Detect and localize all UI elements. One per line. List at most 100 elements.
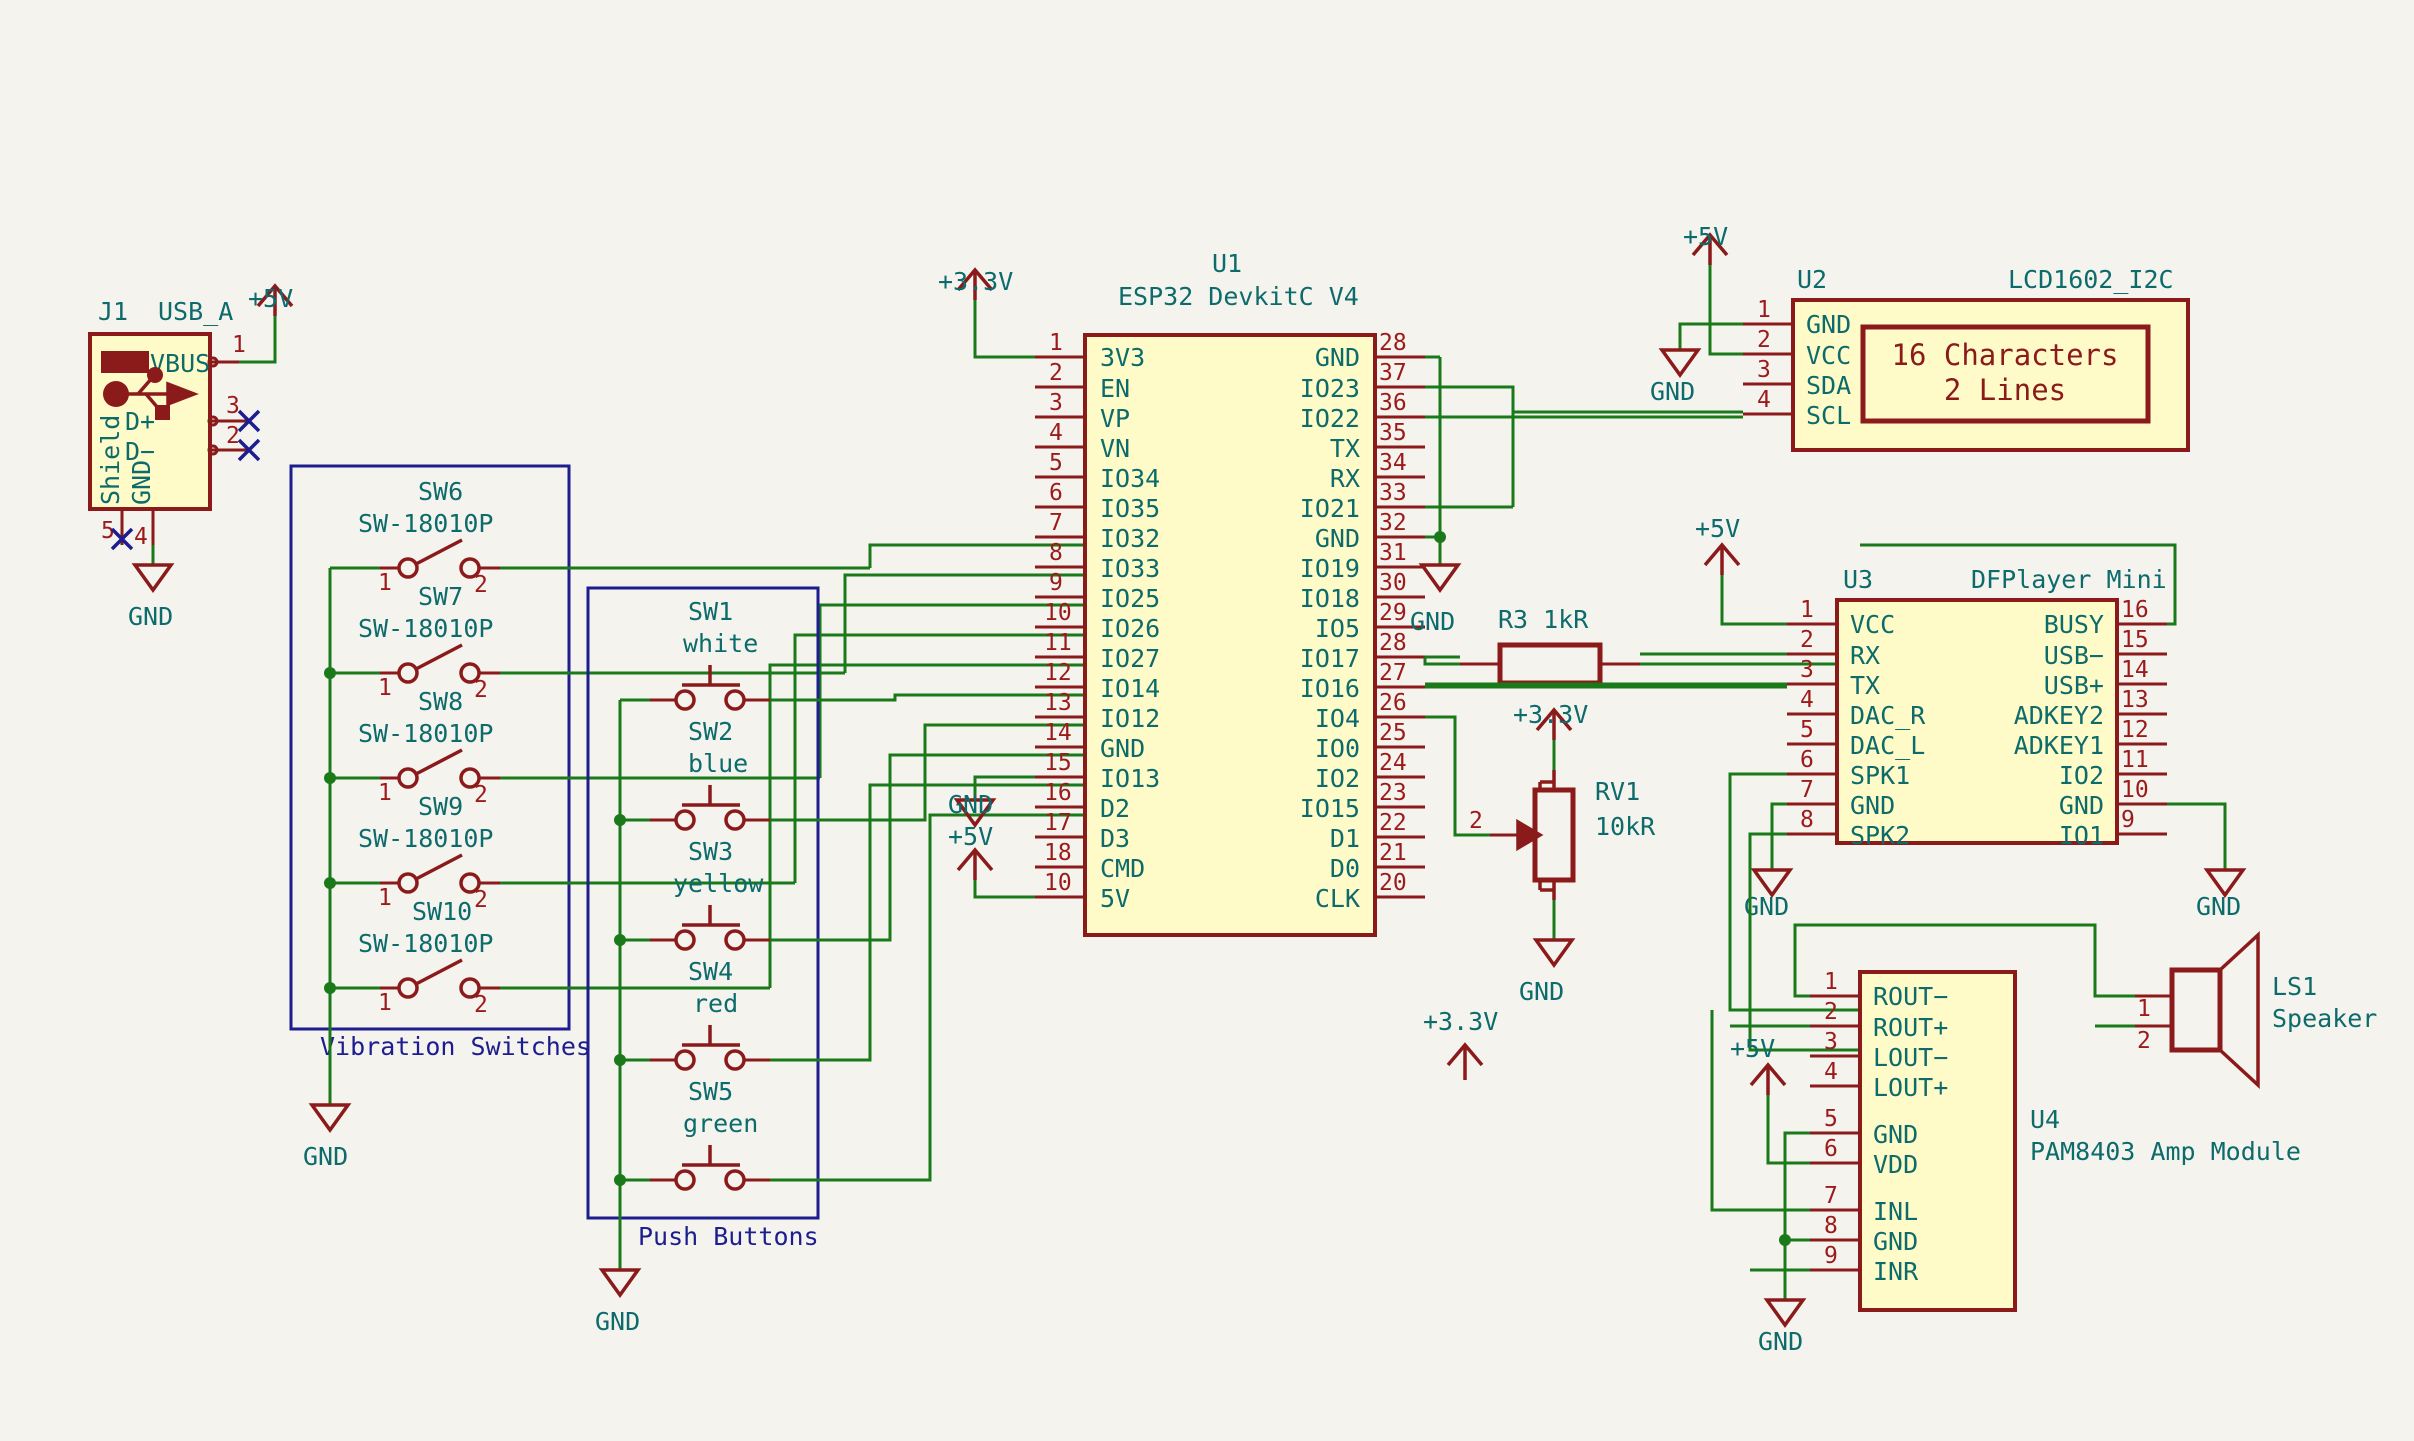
u1-rp15-num: 23 bbox=[1379, 780, 1407, 806]
u4-p3-num: 4 bbox=[1824, 1059, 1838, 1085]
component-u2-lcd[interactable]: U2 LCD1602_I2C 16 Characters 2 Lines GND… bbox=[1743, 265, 2190, 452]
u2-p0-num: 1 bbox=[1757, 297, 1771, 323]
component-u3-dfplayer[interactable]: U3 DFPlayer Mini VCC 1 RX 2 TX 3 DAC_R 4… bbox=[1787, 565, 2167, 850]
u3-lp6-num: 7 bbox=[1800, 777, 1814, 803]
u3-lp2-num: 3 bbox=[1800, 657, 1814, 683]
switch-sw7[interactable]: SW7 SW-18010P 1 2 bbox=[358, 582, 500, 703]
u3-rp1-name: USB− bbox=[2044, 641, 2104, 670]
u1-rp9-num: 29 bbox=[1379, 600, 1407, 626]
j1-ref: J1 bbox=[98, 297, 128, 326]
u4-p8-num: 9 bbox=[1824, 1243, 1838, 1269]
u1-lp0-name: 3V3 bbox=[1100, 343, 1145, 372]
u1-lp8-name: IO25 bbox=[1100, 584, 1160, 613]
pushbutton-sw4[interactable]: SW4 red bbox=[650, 957, 770, 1071]
u1-rp14-name: IO2 bbox=[1315, 764, 1360, 793]
rv1-gnd-label: GND bbox=[1519, 977, 1564, 1006]
group-push-buttons: Push Buttons bbox=[586, 586, 820, 1251]
u1-rp8-num: 30 bbox=[1379, 570, 1407, 596]
u3-lp1-num: 2 bbox=[1800, 627, 1814, 653]
gnd-symbol-vibration: GND bbox=[303, 1103, 352, 1171]
u1-rp11-num: 27 bbox=[1379, 660, 1407, 686]
j1-pin4-num: 4 bbox=[134, 524, 148, 550]
gnd-symbol-j1: GND bbox=[128, 545, 175, 631]
u2-name: LCD1602_I2C bbox=[2008, 265, 2174, 294]
u4-p7-num: 8 bbox=[1824, 1213, 1838, 1239]
pushbutton-sw1[interactable]: SW1 white bbox=[650, 597, 770, 711]
u1-rp3-name: TX bbox=[1330, 434, 1360, 463]
u1-lp0-num: 1 bbox=[1049, 330, 1063, 356]
sw2-color: blue bbox=[688, 749, 748, 778]
u1-rp11-name: IO16 bbox=[1300, 674, 1360, 703]
ls1-ref: LS1 bbox=[2272, 972, 2317, 1001]
pushbutton-wires bbox=[614, 693, 1085, 1270]
u2-screen-line1: 16 Characters bbox=[1892, 338, 2119, 372]
sw10-pin2-num: 2 bbox=[474, 992, 488, 1018]
u1-rp7-name: IO19 bbox=[1300, 554, 1360, 583]
u1-rp8-name: IO18 bbox=[1300, 584, 1360, 613]
component-j1-usb[interactable]: J1 USB_A VBUS 1 D+ 3 D− 2 Shield GND 5 4 bbox=[88, 297, 275, 551]
pushbutton-sw2[interactable]: SW2 blue bbox=[650, 717, 770, 831]
sw8-type: SW-18010P bbox=[358, 719, 493, 748]
u3-5v-label: +5V bbox=[1695, 514, 1740, 543]
u1-lp13-name: GND bbox=[1100, 734, 1145, 763]
sw3-color: yellow bbox=[673, 869, 764, 898]
u4-p5-num: 6 bbox=[1824, 1136, 1838, 1162]
u1-rp13-num: 25 bbox=[1379, 720, 1407, 746]
u1-rp2-num: 36 bbox=[1379, 390, 1407, 416]
u1-rp6-num: 32 bbox=[1379, 510, 1407, 536]
u1-rp5-name: IO21 bbox=[1300, 494, 1360, 523]
u1-lp7-name: IO33 bbox=[1100, 554, 1160, 583]
u3-lp2-name: TX bbox=[1850, 671, 1880, 700]
power-flag-5v-j1: +5V bbox=[239, 283, 294, 364]
u1-lp10-num: 11 bbox=[1044, 630, 1072, 656]
u1-rp5-num: 33 bbox=[1379, 480, 1407, 506]
switch-sw9[interactable]: SW9 SW-18010P 1 2 bbox=[358, 792, 500, 913]
u1-33v-label: +3.3V bbox=[938, 267, 1013, 296]
u3-rp5-name: IO2 bbox=[2059, 761, 2104, 790]
switch-sw10[interactable]: SW10 SW-18010P 1 2 bbox=[358, 897, 500, 1018]
sw6-pin1-num: 1 bbox=[378, 570, 392, 596]
u1-lp17-name: CMD bbox=[1100, 854, 1145, 883]
u1-rp7-num: 31 bbox=[1379, 540, 1407, 566]
pushbutton-sw3[interactable]: SW3 yellow bbox=[650, 837, 770, 951]
u1-lp1-num: 2 bbox=[1049, 360, 1063, 386]
j1-pin3-name: D+ bbox=[125, 407, 155, 436]
component-ls1-speaker[interactable]: LS1 Speaker 1 2 bbox=[2135, 931, 2377, 1089]
component-u4-amp[interactable]: U4 PAM8403 Amp Module ROUT− 1 ROUT+ 2 LO… bbox=[1810, 969, 2301, 1312]
u4-p0-num: 1 bbox=[1824, 969, 1838, 995]
sw7-pin1-num: 1 bbox=[378, 675, 392, 701]
u1-lp16-name: D3 bbox=[1100, 824, 1130, 853]
power-flag-33v-u1: +3.3V bbox=[938, 267, 1035, 359]
sw6-pin2-num: 2 bbox=[474, 572, 488, 598]
ls1-name: Speaker bbox=[2272, 1004, 2377, 1033]
switch-sw6[interactable]: SW6 SW-18010P 1 2 bbox=[358, 477, 500, 598]
u4-p4-name: GND bbox=[1873, 1120, 1918, 1149]
sw9-pin1-num: 1 bbox=[378, 885, 392, 911]
j1-pin1-num: 1 bbox=[232, 332, 246, 358]
u2-p3-num: 4 bbox=[1757, 387, 1771, 413]
switch-sw8[interactable]: SW8 SW-18010P 1 2 bbox=[358, 687, 500, 808]
sw10-ref: SW10 bbox=[412, 897, 472, 926]
u1-lp16-num: 17 bbox=[1044, 810, 1072, 836]
component-r3-resistor[interactable]: R3 1kR bbox=[1423, 605, 1862, 686]
u3-lp4-name: DAC_L bbox=[1850, 731, 1925, 760]
gnd-symbol-u1-right: GND bbox=[1410, 355, 1462, 636]
component-rv1-potentiometer[interactable]: RV1 10kR 2 +3.3V GND bbox=[1425, 700, 1656, 1006]
sw2-ref: SW2 bbox=[688, 717, 733, 746]
gnd-symbol-u2: GND bbox=[1650, 322, 1743, 406]
sw9-type: SW-18010P bbox=[358, 824, 493, 853]
sw7-ref: SW7 bbox=[418, 582, 463, 611]
u4-p1-name: ROUT+ bbox=[1873, 1013, 1948, 1042]
pushbutton-sw5[interactable]: SW5 green bbox=[650, 1077, 770, 1191]
u1-gnd-right-label: GND bbox=[1410, 607, 1455, 636]
u3-lp5-num: 6 bbox=[1800, 747, 1814, 773]
u2-p1-num: 2 bbox=[1757, 327, 1771, 353]
u1-lp5-num: 6 bbox=[1049, 480, 1063, 506]
u3-rp7-num: 9 bbox=[2121, 807, 2135, 833]
u4-p1-num: 2 bbox=[1824, 999, 1838, 1025]
u3-rp2-name: USB+ bbox=[2044, 671, 2104, 700]
component-u1-esp32[interactable]: U1 ESP32 DevkitC V4 3V3 1 EN 2 VP 3 VN 4… bbox=[1035, 249, 1425, 937]
u1-lp2-name: VP bbox=[1100, 404, 1130, 433]
u3-lp3-num: 4 bbox=[1800, 687, 1814, 713]
sw7-pin2-num: 2 bbox=[474, 677, 488, 703]
